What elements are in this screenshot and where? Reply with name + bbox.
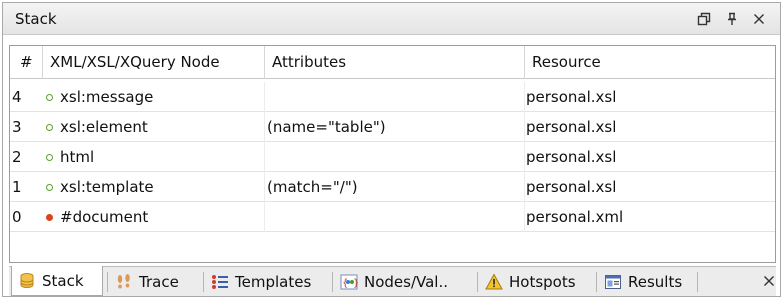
- node-name: xsl:message: [60, 88, 154, 106]
- close-icon[interactable]: [763, 273, 775, 291]
- column-header-resource[interactable]: Resource: [524, 46, 601, 79]
- row-attributes: (match="/"): [267, 178, 358, 196]
- table-row[interactable]: 2 html personal.xsl: [10, 142, 775, 172]
- column-header-attributes[interactable]: Attributes: [264, 46, 346, 79]
- row-resource: personal.xml: [526, 208, 624, 226]
- nodes-values-icon: {}: [340, 273, 358, 291]
- hotspots-warning-icon: [485, 272, 503, 291]
- column-gridline: [264, 82, 265, 232]
- tab-separator: [203, 272, 204, 292]
- error-status-icon: [46, 214, 53, 221]
- node-name: #document: [60, 208, 149, 226]
- tab-nodes-values[interactable]: {} Nodes/Val..: [334, 267, 474, 296]
- tab-separator: [697, 272, 698, 292]
- tab-label: Hotspots: [509, 272, 576, 291]
- node-name: html: [60, 148, 95, 166]
- column-divider[interactable]: [524, 46, 525, 79]
- column-divider[interactable]: [264, 46, 265, 79]
- table-row[interactable]: 3 xsl:element (name="table") personal.xs…: [10, 112, 775, 142]
- tab-label: Stack: [42, 271, 84, 290]
- row-resource: personal.xsl: [526, 178, 617, 196]
- row-node: html: [46, 142, 94, 172]
- ok-status-icon: [46, 94, 53, 101]
- row-node: xsl:message: [46, 82, 153, 112]
- table-row[interactable]: 4 xsl:message personal.xsl: [10, 82, 775, 112]
- row-index: 2: [12, 148, 22, 166]
- templates-list-icon: [211, 273, 229, 291]
- node-name: xsl:element: [60, 118, 148, 136]
- svg-text:}: }: [353, 278, 358, 289]
- ok-status-icon: [46, 154, 53, 161]
- column-divider[interactable]: [42, 46, 43, 79]
- row-index: 4: [12, 88, 22, 106]
- row-node: xsl:template: [46, 172, 154, 202]
- tab-separator: [477, 272, 478, 292]
- ok-status-icon: [46, 184, 53, 191]
- row-node: xsl:element: [46, 112, 148, 142]
- ok-status-icon: [46, 124, 53, 131]
- column-gridline: [524, 82, 525, 232]
- table-row[interactable]: 0 #document personal.xml: [10, 202, 775, 232]
- pin-icon[interactable]: [722, 9, 742, 29]
- close-icon[interactable]: [749, 9, 769, 29]
- tab-hotspots[interactable]: Hotspots: [479, 267, 593, 296]
- row-attributes: (name="table"): [267, 118, 386, 136]
- row-resource: personal.xsl: [526, 88, 617, 106]
- tab-label: Templates: [235, 272, 312, 291]
- tab-label: Trace: [139, 272, 179, 291]
- tab-separator: [107, 272, 108, 292]
- stack-icon: [18, 272, 36, 290]
- restore-window-icon[interactable]: [694, 9, 714, 29]
- row-index: 0: [12, 208, 22, 226]
- tab-trace[interactable]: Trace: [109, 267, 199, 296]
- tab-results[interactable]: Results: [598, 267, 694, 296]
- trace-footprints-icon: [115, 273, 133, 291]
- column-header-node[interactable]: XML/XSL/XQuery Node: [42, 46, 220, 79]
- tab-templates[interactable]: Templates: [205, 267, 329, 296]
- node-name: xsl:template: [60, 178, 154, 196]
- tab-label: Nodes/Val..: [364, 272, 449, 291]
- view-tabstrip: Stack Trace Templates {} Nodes/Val..: [9, 266, 776, 296]
- row-index: 3: [12, 118, 22, 136]
- row-resource: personal.xsl: [526, 148, 617, 166]
- table-row[interactable]: 1 xsl:template (match="/") personal.xsl: [10, 172, 775, 202]
- stack-table: # XML/XSL/XQuery Node Attributes Resourc…: [9, 45, 776, 263]
- row-resource: personal.xsl: [526, 118, 617, 136]
- tab-label: Results: [628, 272, 683, 291]
- row-node: #document: [46, 202, 148, 232]
- panel-title: Stack: [15, 10, 57, 28]
- stack-panel: Stack # XML/XSL/XQuery Node Attributes R…: [2, 2, 781, 297]
- column-header-index[interactable]: #: [12, 46, 33, 79]
- row-index: 1: [12, 178, 22, 196]
- tab-stack[interactable]: Stack: [11, 266, 103, 296]
- panel-titlebar: Stack: [3, 3, 780, 35]
- results-window-icon: [604, 273, 622, 291]
- tab-separator: [596, 272, 597, 292]
- tab-separator: [332, 272, 333, 292]
- table-header: # XML/XSL/XQuery Node Attributes Resourc…: [10, 46, 775, 79]
